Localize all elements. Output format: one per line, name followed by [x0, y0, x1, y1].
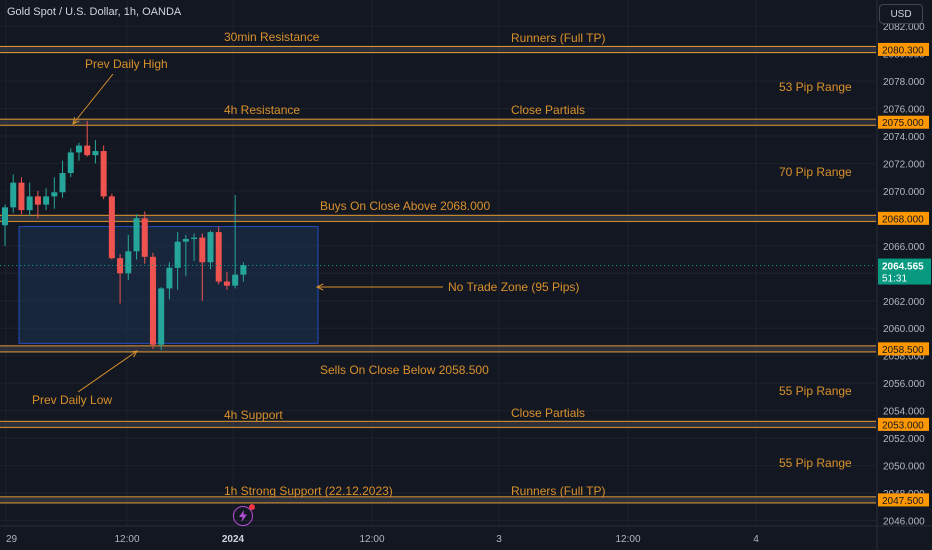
candle-body: [240, 265, 247, 275]
annotation-buys-above: Buys On Close Above 2068.000: [320, 199, 490, 213]
price-tick-label: 2052.000: [883, 434, 925, 445]
candle-body: [51, 192, 58, 197]
candle-body: [67, 152, 74, 174]
candle-body: [108, 196, 115, 259]
level-price-tag-text: 2080.300: [882, 45, 924, 56]
candle-body: [149, 256, 156, 345]
level-price-tag-text: 2047.500: [882, 496, 924, 507]
annotation-runners-bottom: Runners (Full TP): [511, 484, 605, 498]
candle: [141, 211, 148, 264]
price-tick-label: 2050.000: [883, 462, 925, 473]
candle-body: [2, 207, 8, 226]
candle: [108, 193, 115, 260]
level-price-tag-text: 2075.000: [882, 118, 924, 129]
price-tick-label: 2062.000: [883, 297, 925, 308]
annotation-sells-below: Sells On Close Below 2058.500: [320, 363, 489, 377]
price-tick-label: 2078.000: [883, 77, 925, 88]
price-tick-label: 2056.000: [883, 379, 925, 390]
candle-body: [18, 182, 25, 211]
annotation-70-pip-range: 70 Pip Range: [779, 165, 852, 179]
time-tick-label: 3: [496, 534, 502, 545]
candle-body: [26, 196, 33, 211]
annotation-30min-resistance: 30min Resistance: [224, 30, 320, 44]
time-tick-label: 2024: [222, 534, 245, 545]
candle-body: [158, 288, 165, 345]
price-tick-label: 2074.000: [883, 132, 925, 143]
candle-body: [43, 196, 50, 205]
currency-button[interactable]: USD: [879, 4, 923, 24]
candle-body: [133, 218, 140, 252]
symbol-title: Gold Spot / U.S. Dollar, 1h, OANDA: [7, 6, 182, 18]
lightning-icon: [239, 510, 247, 522]
annotation-close-partials-bottom: Close Partials: [511, 406, 585, 420]
level-price-tag: 2053.000: [878, 417, 929, 431]
time-tick-label: 4: [753, 534, 759, 545]
level-price-tag: 2068.000: [878, 211, 929, 225]
price-tick-label: 2070.000: [883, 187, 925, 198]
time-tick-label: 29: [6, 534, 18, 545]
annotation-close-partials-top: Close Partials: [511, 103, 585, 117]
level-price-tag: 2080.300: [878, 42, 929, 56]
annotation-55-pip-range-a: 55 Pip Range: [779, 384, 852, 398]
price-tick-label: 2076.000: [883, 104, 925, 115]
time-tick-label: 12:00: [615, 534, 640, 545]
candle: [100, 145, 107, 200]
candle-body: [166, 267, 173, 289]
level-price-tag-text: 2068.000: [882, 214, 924, 225]
candle-body: [75, 145, 82, 153]
price-tick-label: 2066.000: [883, 242, 925, 253]
candle-body: [223, 281, 230, 286]
price-chart[interactable]: 30min Resistance Runners (Full TP) Prev …: [0, 0, 932, 550]
tradingview-logo-icon[interactable]: [233, 504, 255, 526]
candle: [215, 226, 222, 285]
candle-body: [59, 173, 66, 193]
candle: [149, 252, 156, 349]
annotation-prev-daily-high: Prev Daily High: [85, 57, 168, 71]
price-tick-label: 2072.000: [883, 159, 925, 170]
candle-body: [191, 237, 198, 239]
annotation-4h-support: 4h Support: [224, 408, 283, 422]
time-tick-label: 12:00: [359, 534, 384, 545]
candle-body: [10, 182, 17, 208]
candle-body: [207, 232, 214, 263]
candle-body: [125, 251, 132, 274]
candle-body: [34, 196, 41, 205]
price-tick-label: 2060.000: [883, 324, 925, 335]
annotation-4h-resistance: 4h Resistance: [224, 103, 300, 117]
candle-body: [215, 232, 222, 282]
candle-body: [100, 151, 107, 197]
level-price-tag: 2058.500: [878, 342, 929, 356]
candle-body: [141, 218, 148, 257]
annotation-1h-strong-support: 1h Strong Support (22.12.2023): [224, 484, 393, 498]
annotation-no-trade-zone: No Trade Zone (95 Pips): [448, 280, 579, 294]
level-price-tag-text: 2053.000: [882, 420, 924, 431]
candle-body: [84, 145, 91, 156]
time-tick-label: 12:00: [114, 534, 139, 545]
annotation-runners-top: Runners (Full TP): [511, 31, 605, 45]
candle: [67, 148, 74, 178]
last-price-value: 2064.565: [882, 262, 924, 273]
candle: [158, 287, 165, 351]
level-price-tag-text: 2058.500: [882, 345, 924, 356]
last-price-countdown: 51:31: [882, 274, 907, 285]
notification-dot: [249, 504, 255, 510]
candle-body: [199, 237, 206, 263]
annotation-55-pip-range-b: 55 Pip Range: [779, 456, 852, 470]
candle-body: [182, 238, 189, 242]
annotation-53-pip-range: 53 Pip Range: [779, 80, 852, 94]
last-price-label: 2064.565 51:31: [878, 258, 931, 285]
level-price-tag: 2047.500: [878, 493, 929, 507]
candle-body: [174, 241, 181, 268]
level-price-tag: 2075.000: [878, 115, 929, 129]
candle-body: [232, 274, 239, 286]
annotation-prev-daily-low: Prev Daily Low: [32, 393, 112, 407]
candle-body: [92, 151, 99, 156]
price-tick-label: 2054.000: [883, 407, 925, 418]
candle: [18, 177, 25, 215]
